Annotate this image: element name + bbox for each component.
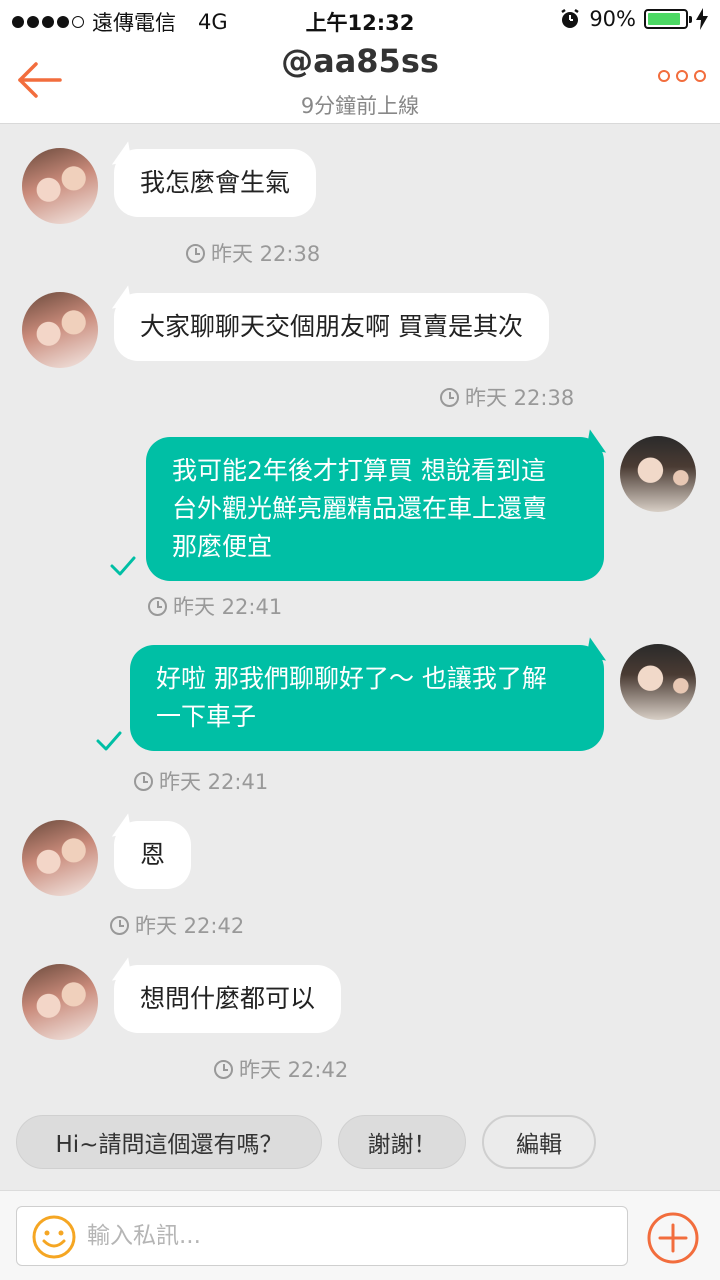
incoming-message: 我怎麼會生氣 bbox=[114, 149, 317, 217]
battery-percent: 90% bbox=[589, 7, 636, 31]
timestamp-text: 昨天 22:38 bbox=[465, 386, 575, 410]
incoming-message: 想問什麼都可以 bbox=[114, 965, 342, 1033]
message-text: 想問什麼都可以 bbox=[140, 984, 316, 1013]
message-timestamp: 昨天 22:42 bbox=[110, 910, 244, 940]
my-avatar[interactable] bbox=[620, 436, 696, 512]
quick-reply-chip[interactable]: 謝謝！ bbox=[338, 1115, 466, 1169]
message-input[interactable] bbox=[87, 1207, 607, 1265]
add-attachment-icon[interactable] bbox=[646, 1211, 700, 1265]
message-line: 台外觀光鮮亮麗精品還在車上還賣 bbox=[172, 494, 548, 523]
clock-icon bbox=[214, 1059, 233, 1079]
outgoing-message: 好啦 那我們聊聊好了～ 也讓我了解 一下車子 bbox=[130, 645, 604, 751]
partner-avatar[interactable] bbox=[22, 964, 98, 1040]
edit-quick-replies-button[interactable]: 編輯 bbox=[482, 1115, 596, 1169]
message-line: 那麼便宜 bbox=[172, 532, 273, 561]
message-line: 我可能2年後才打算買 想說看到這 bbox=[172, 456, 546, 485]
timestamp-text: 昨天 22:41 bbox=[173, 595, 283, 619]
more-options-icon[interactable] bbox=[658, 70, 706, 82]
my-avatar[interactable] bbox=[620, 644, 696, 720]
clock-icon bbox=[110, 915, 129, 935]
message-line: 一下車子 bbox=[156, 702, 257, 731]
chat-partner-name: @aa85ss bbox=[281, 42, 439, 80]
clock-icon bbox=[148, 596, 167, 616]
message-text: 大家聊聊天交個朋友啊 買賣是其次 bbox=[140, 312, 523, 341]
alarm-clock-icon bbox=[561, 8, 580, 28]
message-text: 恩 bbox=[140, 840, 166, 869]
message-timestamp: 昨天 22:42 bbox=[214, 1054, 348, 1084]
message-timestamp: 昨天 22:38 bbox=[186, 238, 320, 268]
message-text: 我怎麼會生氣 bbox=[140, 168, 291, 197]
read-check-icon bbox=[110, 556, 136, 576]
timestamp-text: 昨天 22:38 bbox=[211, 242, 321, 266]
status-bar: 遠傳電信 4G 上午12:32 90% bbox=[0, 0, 720, 40]
clock-icon bbox=[440, 387, 459, 407]
incoming-message: 恩 bbox=[114, 821, 192, 889]
chat-header: @aa85ss 9分鐘前上線 bbox=[0, 40, 720, 124]
emoji-smiley-icon[interactable] bbox=[31, 1214, 77, 1260]
timestamp-text: 昨天 22:42 bbox=[135, 914, 245, 938]
outgoing-message: 我可能2年後才打算買 想說看到這 台外觀光鮮亮麗精品還在車上還賣 那麼便宜 bbox=[146, 437, 604, 581]
status-right: 90% bbox=[559, 7, 708, 31]
charging-bolt-icon bbox=[696, 8, 708, 30]
message-timestamp: 昨天 22:41 bbox=[148, 591, 282, 621]
quick-reply-chip[interactable]: Hi~請問這個還有嗎？ bbox=[16, 1115, 322, 1169]
partner-avatar[interactable] bbox=[22, 148, 98, 224]
message-line: 好啦 那我們聊聊好了～ 也讓我了解 bbox=[156, 664, 547, 693]
quick-reply-label: 謝謝！ bbox=[367, 1132, 437, 1158]
message-input-box bbox=[16, 1206, 628, 1266]
edit-label: 編輯 bbox=[516, 1132, 562, 1158]
partner-avatar[interactable] bbox=[22, 292, 98, 368]
timestamp-text: 昨天 22:41 bbox=[159, 770, 269, 794]
partner-avatar[interactable] bbox=[22, 820, 98, 896]
read-check-icon bbox=[96, 731, 122, 751]
timestamp-text: 昨天 22:42 bbox=[239, 1058, 349, 1082]
message-timestamp: 昨天 22:41 bbox=[134, 766, 268, 796]
message-timestamp: 昨天 22:38 bbox=[440, 382, 574, 412]
battery-fill bbox=[648, 13, 681, 25]
battery-icon bbox=[644, 9, 692, 29]
last-online-status: 9分鐘前上線 bbox=[300, 94, 420, 118]
quick-reply-label: Hi~請問這個還有嗎？ bbox=[55, 1132, 283, 1158]
composer-bar bbox=[0, 1190, 720, 1280]
clock-icon bbox=[134, 771, 153, 791]
incoming-message: 大家聊聊天交個朋友啊 買賣是其次 bbox=[114, 293, 549, 361]
clock-icon bbox=[186, 243, 205, 263]
